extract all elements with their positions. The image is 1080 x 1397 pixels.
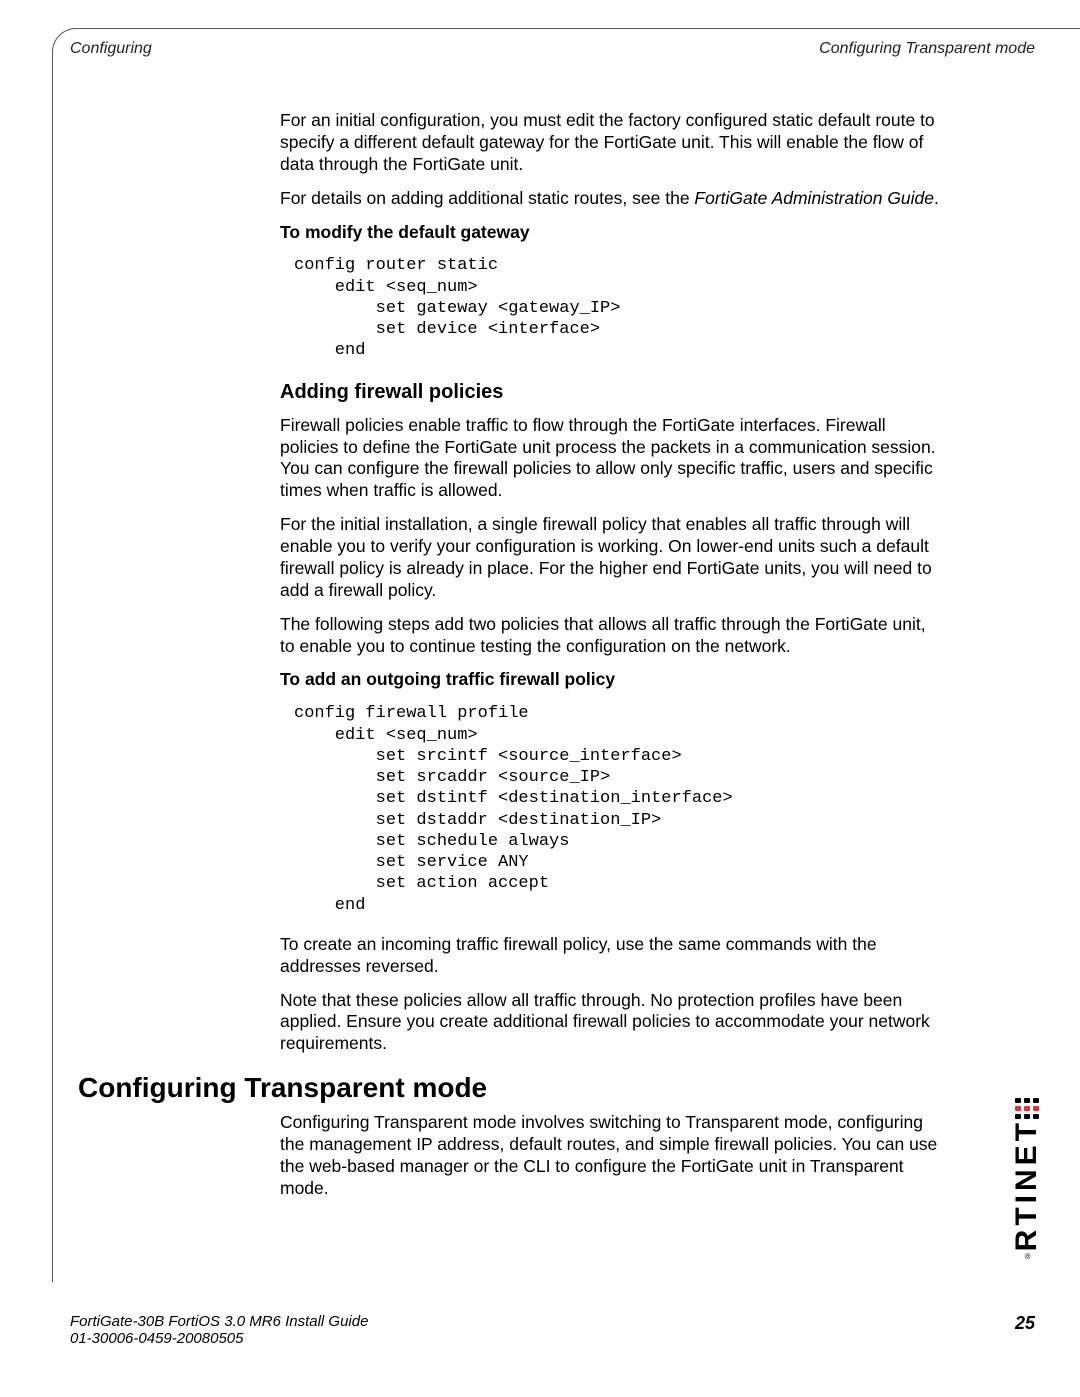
intro-p2-guide: FortiGate Administration Guide [694, 188, 934, 208]
gateway-code-block: config router static edit <seq_num> set … [294, 255, 940, 361]
firewall-section-title: Adding firewall policies [280, 380, 940, 405]
main-content: For an initial configuration, you must e… [280, 110, 940, 1067]
firewall-paragraph-3: The following steps add two policies tha… [280, 614, 940, 658]
outgoing-policy-heading: To add an outgoing traffic firewall poli… [280, 669, 940, 691]
footer-page-number: 25 [1015, 1313, 1035, 1334]
firewall-paragraph-4: To create an incoming traffic firewall p… [280, 934, 940, 978]
transparent-paragraph-1: Configuring Transparent mode involves sw… [280, 1112, 940, 1200]
firewall-paragraph-2: For the initial installation, a single f… [280, 514, 940, 602]
page-header: Configuring Configuring Transparent mode [70, 40, 1035, 58]
registered-mark: ® [1023, 1251, 1032, 1260]
fortinet-wordmark: RTINET [1012, 1119, 1042, 1251]
intro-p2-suffix: . [934, 188, 939, 208]
intro-p2-prefix: For details on adding additional static … [280, 188, 694, 208]
intro-paragraph-2: For details on adding additional static … [280, 188, 940, 210]
transparent-section-body: Configuring Transparent mode involves sw… [280, 1112, 940, 1212]
gateway-heading: To modify the default gateway [280, 222, 940, 244]
firewall-paragraph-1: Firewall policies enable traffic to flow… [280, 415, 940, 503]
footer-doc-id: 01-30006-0459-20080505 [70, 1330, 244, 1347]
firewall-paragraph-5: Note that these policies allow all traff… [280, 990, 940, 1056]
firewall-code-block: config firewall profile edit <seq_num> s… [294, 703, 940, 916]
footer-guide-title: FortiGate-30B FortiOS 3.0 MR6 Install Gu… [70, 1313, 368, 1330]
footer-left: FortiGate-30B FortiOS 3.0 MR6 Install Gu… [70, 1313, 368, 1347]
page-footer: FortiGate-30B FortiOS 3.0 MR6 Install Gu… [70, 1313, 1035, 1347]
header-left: Configuring [70, 40, 152, 58]
transparent-section-title: Configuring Transparent mode [78, 1072, 487, 1104]
fortinet-logo: ® RTINET [1010, 1032, 1044, 1262]
header-right: Configuring Transparent mode [819, 40, 1035, 58]
fortinet-mark-icon [1014, 1098, 1040, 1119]
intro-paragraph-1: For an initial configuration, you must e… [280, 110, 940, 176]
